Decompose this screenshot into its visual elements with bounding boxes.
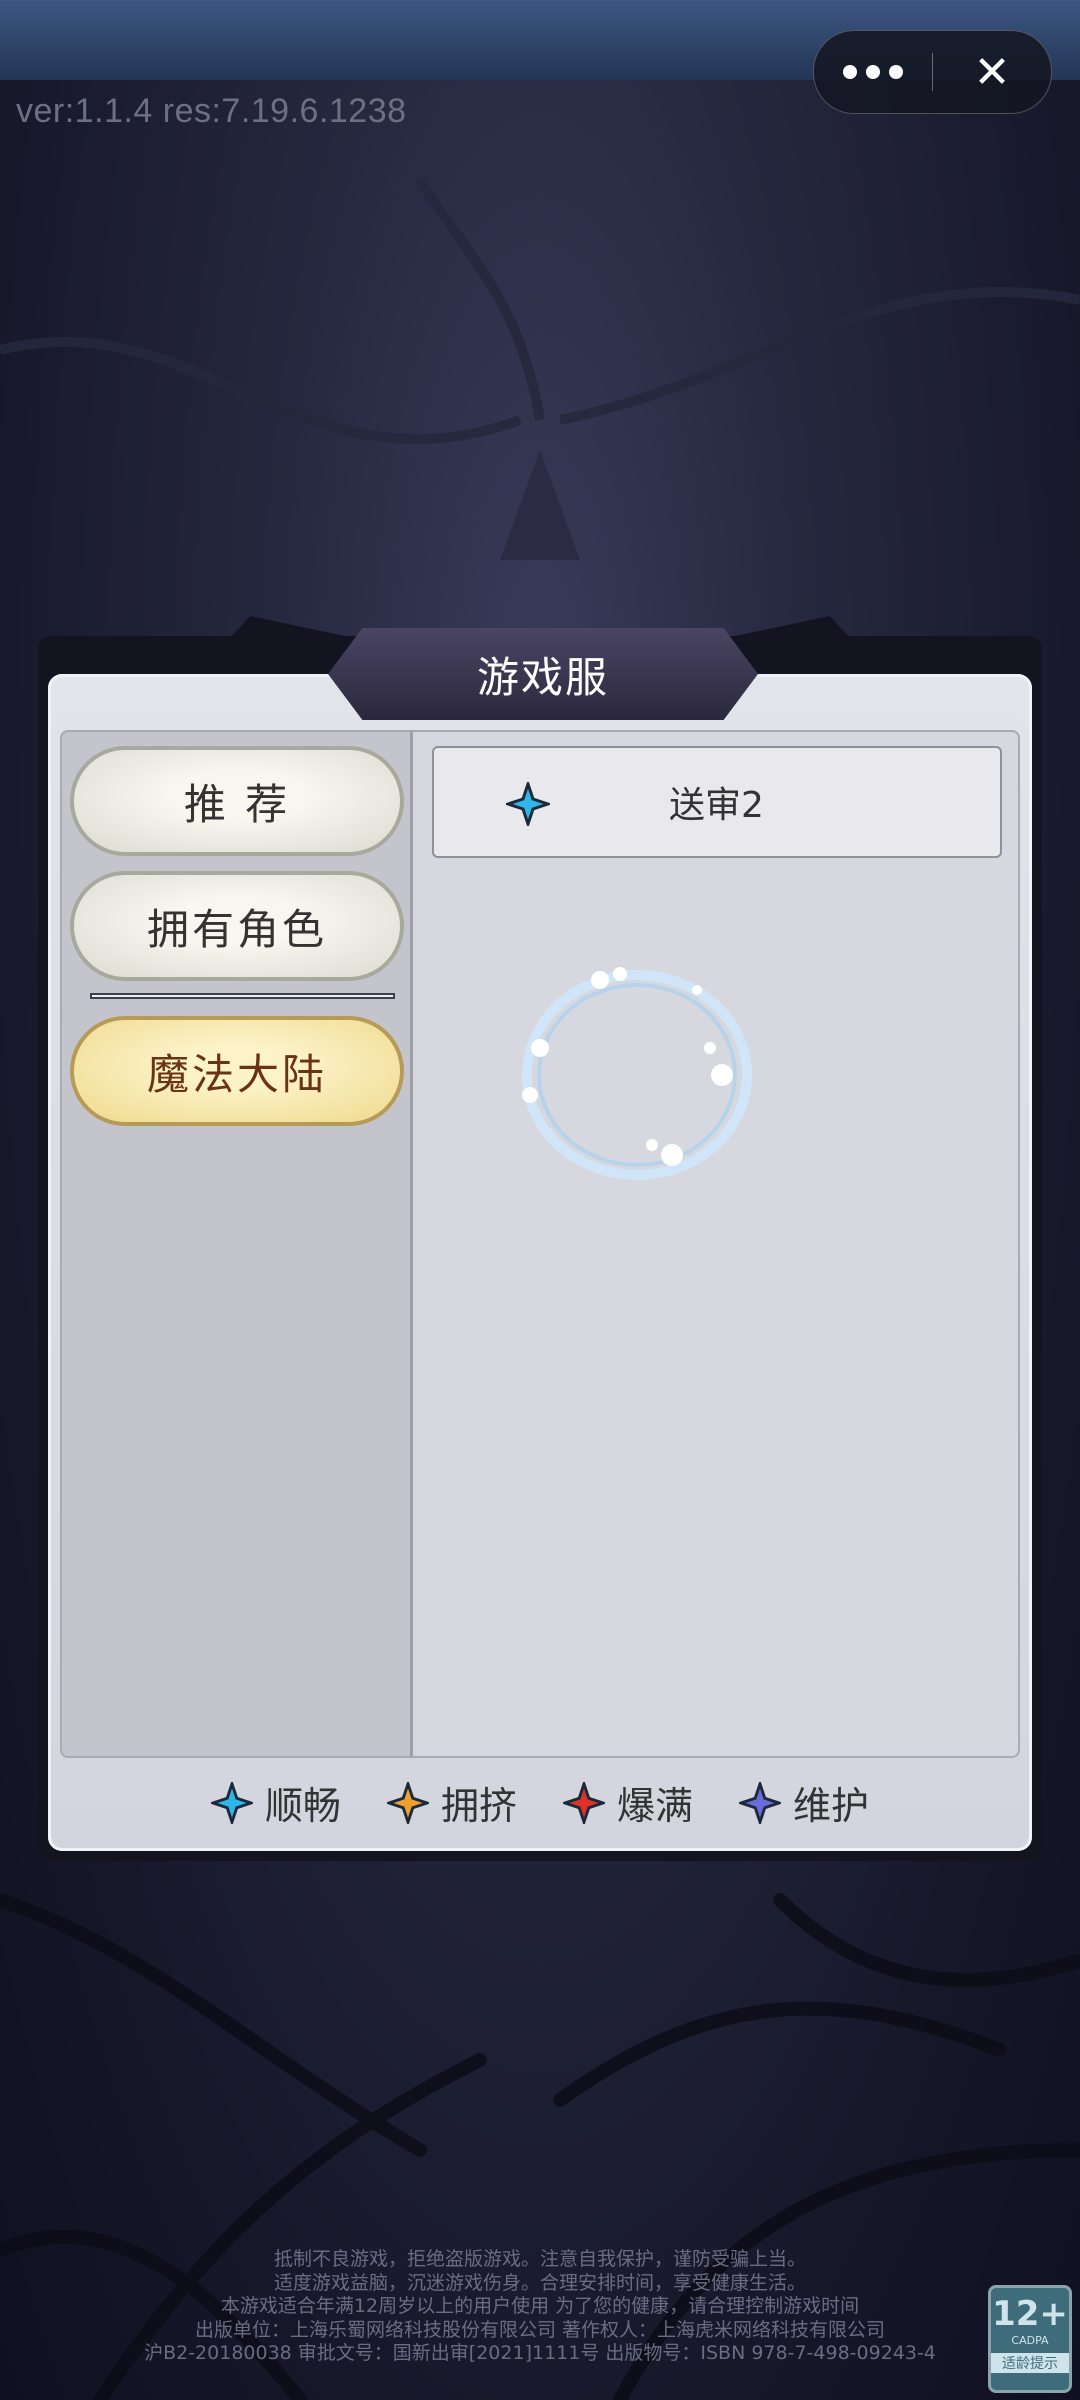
- legend-maintenance: 维护: [739, 1775, 869, 1830]
- server-name: 送审2: [669, 785, 764, 826]
- notice-line: 本游戏适合年满12周岁以上的用户使用 为了您的健康，请合理控制游戏时间: [220, 2295, 860, 2317]
- age-rating: 12+: [992, 2294, 1068, 2334]
- status-maintenance-icon: [739, 1781, 782, 1824]
- tab-owned-characters[interactable]: 拥有角色: [70, 871, 404, 981]
- status-smooth-icon: [506, 782, 550, 826]
- ellipsis-icon[interactable]: [814, 31, 932, 113]
- server-item[interactable]: 送审2: [432, 746, 1002, 858]
- legend-label: 拥挤: [440, 1784, 517, 1828]
- dialog-title: 游戏服: [476, 652, 609, 702]
- status-legend: 顺畅 拥挤 爆满 维护: [0, 1775, 1080, 1830]
- rating-tip: 适龄提示: [991, 2353, 1069, 2373]
- tab-magic-continent[interactable]: 魔法大陆: [70, 1016, 404, 1126]
- health-notice: 抵制不良游戏，拒绝盗版游戏。注意自我保护，谨防受骗上当。 适度游戏益脑，沉迷游戏…: [0, 2248, 1080, 2366]
- legend-label: 爆满: [617, 1784, 694, 1828]
- title-plate: 游戏服: [328, 628, 758, 720]
- notice-line: 沪B2-20180038 审批文号：国新出审[2021]1111号 出版物号：I…: [144, 2342, 936, 2364]
- loading-spinner-icon: [522, 967, 752, 1180]
- legend-crowded: 拥挤: [386, 1775, 517, 1830]
- legend-full: 爆满: [563, 1775, 693, 1830]
- mini-program-capsule: ✕: [813, 30, 1052, 114]
- age-rating-badge: 12+ CADPA 适龄提示: [988, 2285, 1072, 2393]
- status-smooth-icon: [210, 1781, 253, 1824]
- category-divider: [90, 993, 395, 999]
- notice-line: 出版单位：上海乐蜀网络科技股份有限公司 著作权人：上海虎米网络科技有限公司: [194, 2318, 886, 2341]
- legend-label: 顺畅: [264, 1784, 341, 1828]
- tab-recommended[interactable]: 推 荐: [70, 746, 404, 856]
- close-icon[interactable]: ✕: [933, 31, 1051, 113]
- status-crowded-icon: [386, 1781, 429, 1824]
- notice-line: 抵制不良游戏，拒绝盗版游戏。注意自我保护，谨防受骗上当。: [273, 2248, 806, 2270]
- status-full-icon: [563, 1781, 605, 1824]
- server-list-panel: [410, 730, 1020, 1758]
- legend-label: 维护: [793, 1784, 870, 1828]
- notice-line: 适度游戏益脑，沉迷游戏伤身。合理安排时间，享受健康生活。: [273, 2271, 806, 2294]
- rating-org: CADPA: [1011, 2334, 1049, 2347]
- legend-smooth: 顺畅: [210, 1775, 341, 1830]
- version-label: ver:1.1.4 res:7.19.6.1238: [16, 92, 407, 130]
